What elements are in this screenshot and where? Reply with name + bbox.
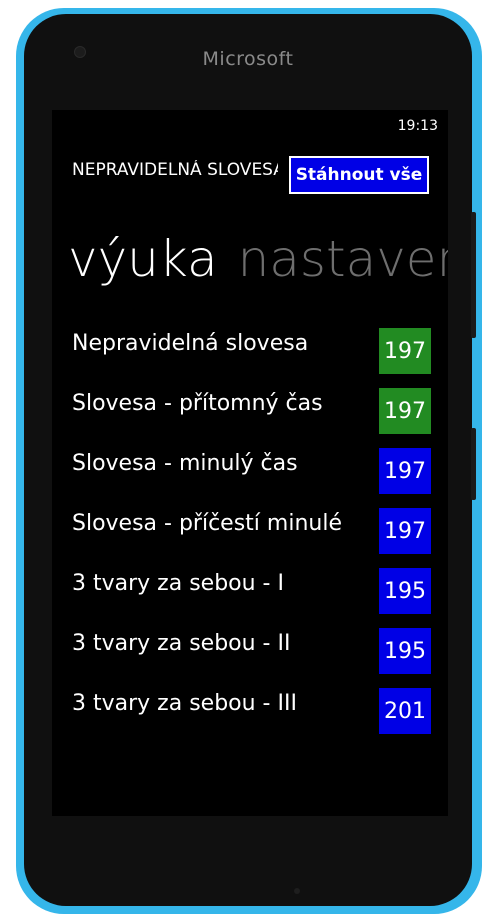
list-item[interactable]: 3 tvary za sebou - II 195: [52, 622, 448, 682]
app-title: NEPRAVIDELNÁ SLOVESA: [72, 160, 278, 180]
list-item[interactable]: Slovesa - přítomný čas 197: [52, 382, 448, 442]
tab-vyuka[interactable]: výuka: [68, 222, 218, 296]
lesson-label: 3 tvary za sebou - I: [72, 571, 284, 596]
lesson-count-badge: 197: [379, 448, 431, 494]
app-screen: 19:13 NEPRAVIDELNÁ SLOVESA Stáhnout vše …: [52, 110, 448, 816]
list-item[interactable]: Slovesa - příčestí minulé 197: [52, 502, 448, 562]
list-item[interactable]: 3 tvary za sebou - III 201: [52, 682, 448, 742]
lesson-list: Nepravidelná slovesa 197 Slovesa - příto…: [52, 322, 448, 742]
tab-nastaveni[interactable]: nastavení: [238, 222, 448, 296]
list-item[interactable]: Nepravidelná slovesa 197: [52, 322, 448, 382]
lesson-label: Slovesa - minulý čas: [72, 451, 298, 476]
lesson-label: Slovesa - přítomný čas: [72, 391, 323, 416]
lesson-label: 3 tvary za sebou - II: [72, 631, 291, 656]
lesson-count-badge: 201: [379, 688, 431, 734]
list-item[interactable]: 3 tvary za sebou - I 195: [52, 562, 448, 622]
brand-logo: Microsoft: [202, 48, 294, 70]
lesson-count-badge: 197: [379, 388, 431, 434]
lesson-count-badge: 197: [379, 508, 431, 554]
lesson-count-badge: 195: [379, 628, 431, 674]
lesson-label: Slovesa - příčestí minulé: [72, 511, 342, 536]
download-all-button[interactable]: Stáhnout vše: [289, 156, 429, 194]
lesson-count-badge: 195: [379, 568, 431, 614]
list-item[interactable]: Slovesa - minulý čas 197: [52, 442, 448, 502]
lesson-count-badge: 197: [379, 328, 431, 374]
power-button: [471, 428, 476, 500]
status-bar-clock: 19:13: [397, 118, 438, 134]
microphone-icon: [294, 888, 300, 894]
lesson-label: Nepravidelná slovesa: [72, 331, 309, 356]
pivot-header: výuka nastavení: [68, 222, 448, 296]
lesson-label: 3 tvary za sebou - III: [72, 691, 297, 716]
volume-button: [471, 212, 476, 338]
